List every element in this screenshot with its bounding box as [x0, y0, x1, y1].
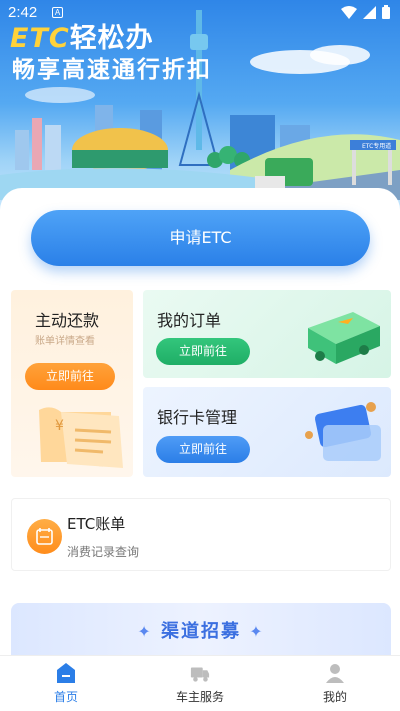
- calendar-icon: [27, 519, 62, 554]
- toll-sign: ETC专用道: [362, 143, 392, 150]
- status-icons: [341, 5, 390, 19]
- truck-icon: [190, 667, 210, 682]
- wifi-icon: [341, 5, 357, 19]
- green-truck-icon: [308, 312, 380, 364]
- calendar-glyph: [36, 528, 53, 545]
- user-icon: [326, 664, 344, 683]
- tab-mine-label: 我的: [322, 690, 347, 704]
- my-order-card[interactable]: 我的订单 立即前往: [143, 290, 391, 378]
- repay-title: 主动还款: [35, 311, 100, 330]
- bank-go-button[interactable]: 立即前往: [156, 436, 250, 463]
- star-icon: ✦: [137, 622, 153, 641]
- repay-subtitle: 账单详情查看: [35, 336, 95, 347]
- receipt-currency-mark: ¥: [55, 418, 64, 434]
- repay-go-button[interactable]: 立即前往: [25, 363, 115, 390]
- recruit-text-row: ✦ 渠道招募 ✦: [11, 617, 391, 643]
- recruit-title: 渠道招募: [161, 621, 241, 642]
- apply-etc-button[interactable]: 申请ETC: [31, 210, 370, 266]
- etc-bill-card[interactable]: ETC账单 消费记录查询: [11, 498, 391, 571]
- receipt-icon: [39, 407, 123, 468]
- tab-home-label: 首页: [53, 690, 78, 704]
- order-go-button[interactable]: 立即前往: [156, 338, 250, 365]
- battery-icon: [382, 5, 390, 19]
- status-time: 2:42: [8, 4, 38, 21]
- notification-icon: A: [52, 7, 63, 18]
- home-icon: [57, 663, 75, 683]
- banner-subtitle: 畅享高速通行折扣: [12, 57, 212, 83]
- star-icon: ✦: [249, 622, 265, 641]
- tab-owner-service-label: 车主服务: [175, 690, 224, 704]
- tab-owner-service[interactable]: 车主服务: [150, 656, 250, 711]
- signal-icon: [363, 5, 376, 19]
- etc-bill-subtitle: 消费记录查询: [67, 545, 140, 559]
- bank-card-icon: [305, 402, 381, 461]
- bank-title: 银行卡管理: [157, 408, 238, 427]
- order-title: 我的订单: [157, 311, 222, 330]
- status-bar: 2:42 A: [0, 0, 400, 26]
- repay-card[interactable]: 主动还款 账单详情查看 立即前往 ¥: [11, 290, 133, 477]
- channel-recruit-banner[interactable]: ✦ 渠道招募 ✦: [11, 603, 391, 659]
- bank-card-management-card[interactable]: 银行卡管理 立即前往: [143, 387, 391, 477]
- etc-bill-title: ETC账单: [67, 515, 126, 533]
- tab-mine[interactable]: 我的: [285, 656, 385, 711]
- tab-home[interactable]: 首页: [16, 656, 116, 711]
- bottom-tab-bar: 首页 车主服务 我的: [0, 655, 400, 711]
